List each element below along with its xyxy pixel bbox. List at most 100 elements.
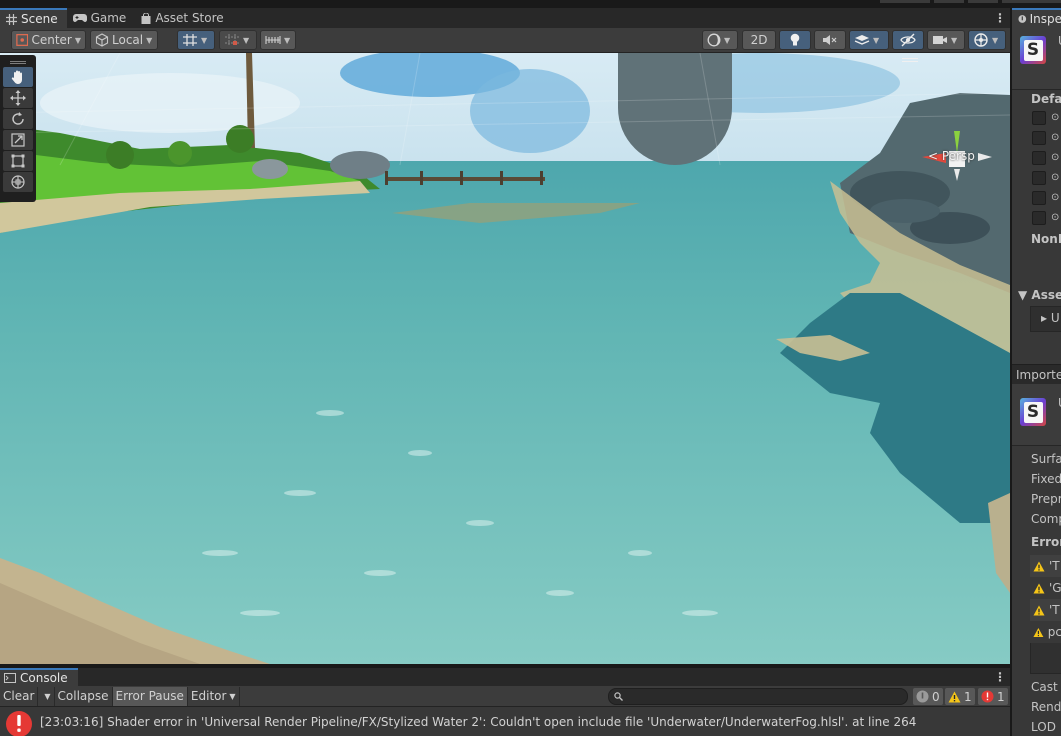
draw-mode-dropdown[interactable]: ▼ <box>702 30 738 50</box>
section-assets-foldout[interactable]: ▼ Asse <box>1018 288 1061 302</box>
tab-inspector[interactable]: Inspe <box>1012 8 1061 28</box>
projection-label[interactable]: < Persp <box>928 149 975 163</box>
fixed-field-label: Fixed <box>1031 472 1061 486</box>
ruler-icon <box>265 36 281 44</box>
layers-effects-icon <box>854 35 870 45</box>
tab-asset-store[interactable]: Asset Store <box>135 8 232 28</box>
chevron-down-icon: ▼ <box>74 35 81 45</box>
palette-grip[interactable] <box>3 57 33 67</box>
render-queue-label: Rende <box>1031 700 1061 714</box>
shader-error-row[interactable]: 'T <box>1030 555 1061 577</box>
scene-camera-dropdown[interactable]: ▼ <box>927 30 965 50</box>
console-log-entry[interactable]: [23:03:16] Shader error in 'Universal Re… <box>0 707 1010 736</box>
cast-shadows-label: Cast s <box>1031 680 1061 694</box>
gamepad-icon <box>72 14 87 22</box>
shader-asset-icon: S <box>1020 36 1046 64</box>
console-clear-label: Clear <box>3 689 35 703</box>
default-texture-checkbox[interactable] <box>1032 111 1046 125</box>
chevron-down-icon: ▼ <box>951 35 958 45</box>
grid-snap-icon <box>183 34 197 46</box>
scene-lighting-toggle[interactable] <box>779 30 811 50</box>
scale-tool-button[interactable] <box>3 130 33 150</box>
view-tool-button[interactable] <box>3 67 33 87</box>
pivot-rotation-label: Local <box>112 33 144 47</box>
tab-console[interactable]: Console <box>0 668 78 686</box>
object-picker-icon[interactable]: ⊙ <box>1051 112 1059 123</box>
chevron-down-icon: ▼ <box>873 35 880 45</box>
compiled-field-label: Comp <box>1031 512 1061 526</box>
inspector-header: S U <box>1012 28 1061 90</box>
scene-visibility-toggle[interactable] <box>892 30 924 50</box>
scene-audio-toggle[interactable] <box>814 30 846 50</box>
shaded-sphere-icon <box>707 33 721 47</box>
orientation-gizmo[interactable] <box>918 123 998 223</box>
local-cube-icon <box>95 33 109 47</box>
object-picker-icon[interactable]: ⊙ <box>1051 172 1059 183</box>
gizmo-lock-lines[interactable] <box>902 58 918 64</box>
pivot-mode-dropdown[interactable]: Center ▼ <box>11 30 86 50</box>
console-collapse-toggle[interactable]: Collapse <box>55 686 113 706</box>
shader-error-row[interactable]: pc <box>1030 621 1061 643</box>
shader-asset-icon: S <box>1020 398 1046 426</box>
chevron-down-icon: ▼ <box>243 35 250 45</box>
object-picker-icon[interactable]: ⊙ <box>1051 132 1059 143</box>
shader-error-row[interactable]: 'G <box>1030 577 1061 599</box>
console-icon <box>4 673 16 683</box>
shader-error-row[interactable]: 'T <box>1030 599 1061 621</box>
console-clear-button[interactable]: Clear <box>0 686 39 706</box>
surface-field-label: Surfa <box>1031 452 1061 466</box>
rect-transform-icon <box>11 154 25 168</box>
tab-scene[interactable]: Scene <box>0 8 67 28</box>
console-log-filter[interactable]: 0 <box>913 688 943 705</box>
console-clear-options-dropdown[interactable]: ▼ <box>38 686 55 706</box>
move-tool-button[interactable] <box>3 88 33 108</box>
console-warning-filter[interactable]: 1 <box>945 688 975 705</box>
gizmos-dropdown[interactable]: ▼ <box>968 30 1006 50</box>
speaker-muted-icon <box>823 35 837 45</box>
move-arrows-icon <box>10 90 26 106</box>
rect-tool-button[interactable] <box>3 151 33 171</box>
console-more-menu-icon[interactable]: ⋮ <box>990 668 1010 686</box>
console-editor-dropdown[interactable]: Editor ▼ <box>188 686 240 706</box>
object-picker-icon[interactable]: ⊙ <box>1051 192 1059 203</box>
console-error-filter[interactable]: 1 <box>978 688 1008 705</box>
warning-count: 1 <box>964 689 972 704</box>
transform-tool-button[interactable] <box>3 172 33 192</box>
console-message-text: [23:03:16] Shader error in 'Universal Re… <box>40 714 917 729</box>
tool-palette <box>0 55 36 202</box>
grid-visibility-toggle[interactable]: ▼ <box>177 30 215 50</box>
default-texture-checkbox[interactable] <box>1032 151 1046 165</box>
object-picker-icon[interactable]: ⊙ <box>1051 212 1059 223</box>
snap-increment-toggle[interactable]: ▼ <box>219 30 257 50</box>
object-picker-icon[interactable]: ⊙ <box>1051 152 1059 163</box>
inspector-panel: Inspe S U Defau ⊙ ⊙ ⊙ ⊙ ⊙ ⊙ NonM ▼ Asse … <box>1011 8 1061 736</box>
default-texture-checkbox[interactable] <box>1032 211 1046 225</box>
scene-more-menu-icon[interactable]: ⋮ <box>990 8 1010 28</box>
console-tab-bar: Console ⋮ <box>0 668 1010 686</box>
imported-object-header: S U <box>1012 384 1061 446</box>
2d-mode-toggle[interactable]: 2D <box>742 30 776 50</box>
console-search-input[interactable] <box>608 688 908 705</box>
increment-snap-dropdown[interactable]: ▼ <box>260 30 296 50</box>
title-strip <box>0 0 1061 8</box>
chevron-down-icon: ▼ <box>229 691 236 701</box>
scene-effects-dropdown[interactable]: ▼ <box>849 30 889 50</box>
asset-item-label: U <box>1050 311 1060 325</box>
shader-error-text: 'T <box>1049 559 1060 573</box>
default-texture-checkbox[interactable] <box>1032 171 1046 185</box>
console-error-pause-toggle[interactable]: Error Pause <box>112 686 188 706</box>
asset-item[interactable]: ▸ U <box>1041 311 1060 325</box>
chevron-down-icon: ▼ <box>201 35 208 45</box>
default-texture-checkbox[interactable] <box>1032 191 1046 205</box>
info-icon <box>916 690 929 703</box>
transform-combined-icon <box>11 175 25 189</box>
pivot-rotation-dropdown[interactable]: Local ▼ <box>90 30 158 50</box>
scene-viewport[interactable] <box>0 53 1010 664</box>
tab-game[interactable]: Game <box>67 8 136 28</box>
tab-scene-label: Scene <box>21 12 58 26</box>
default-texture-checkbox[interactable] <box>1032 131 1046 145</box>
scale-icon <box>11 133 25 147</box>
info-icon <box>1018 15 1027 23</box>
lightbulb-icon <box>790 33 800 46</box>
rotate-tool-button[interactable] <box>3 109 33 129</box>
